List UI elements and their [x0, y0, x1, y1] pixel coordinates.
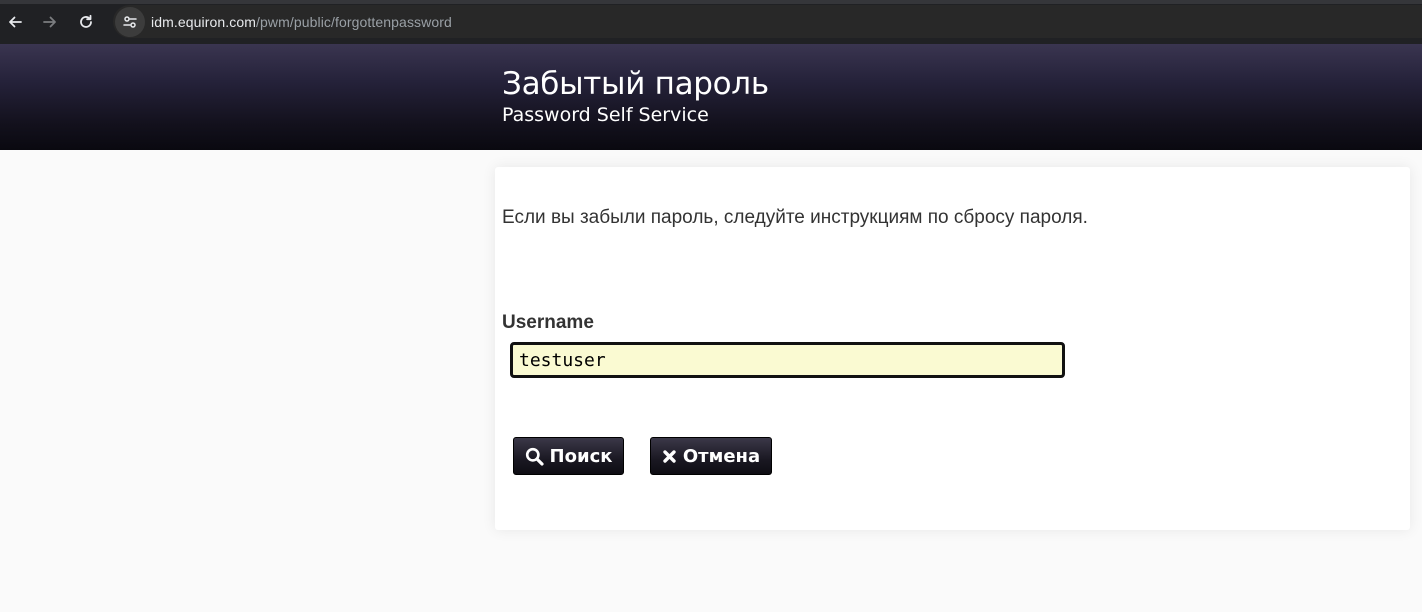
page-subtitle: Password Self Service: [502, 104, 709, 126]
close-icon: [663, 449, 676, 463]
page-header: Забытый пароль Password Self Service: [0, 44, 1422, 150]
forgotten-password-card: Если вы забыли пароль, следуйте инструкц…: [495, 167, 1410, 530]
tab-strip-edge: [0, 0, 1422, 4]
username-input[interactable]: [510, 342, 1065, 378]
address-bar[interactable]: idm.equiron.com/pwm/public/forgottenpass…: [113, 5, 1422, 38]
cancel-button[interactable]: Отмена: [650, 437, 772, 475]
url-domain: idm.equiron.com: [151, 13, 256, 30]
search-button[interactable]: Поиск: [513, 437, 624, 475]
reload-icon: [80, 14, 92, 28]
username-label: Username: [502, 312, 594, 333]
page-title: Забытый пароль: [502, 66, 769, 102]
url-text[interactable]: idm.equiron.com/pwm/public/forgottenpass…: [151, 14, 452, 30]
arrow-left-icon: [9, 16, 22, 28]
cancel-button-label: Отмена: [682, 445, 761, 467]
url-path: /pwm/public/forgottenpassword: [256, 13, 452, 30]
tune-icon: [123, 15, 137, 28]
search-icon: [525, 447, 544, 466]
browser-toolbar: idm.equiron.com/pwm/public/forgottenpass…: [0, 0, 1422, 44]
reload-button[interactable]: [74, 10, 98, 34]
forward-button[interactable]: [38, 10, 62, 34]
arrow-right-icon: [43, 16, 56, 28]
search-button-label: Поиск: [549, 445, 613, 467]
site-info-button[interactable]: [115, 6, 145, 37]
back-button[interactable]: [3, 10, 27, 34]
instructions-text: Если вы забыли пароль, следуйте инструкц…: [502, 207, 1088, 228]
